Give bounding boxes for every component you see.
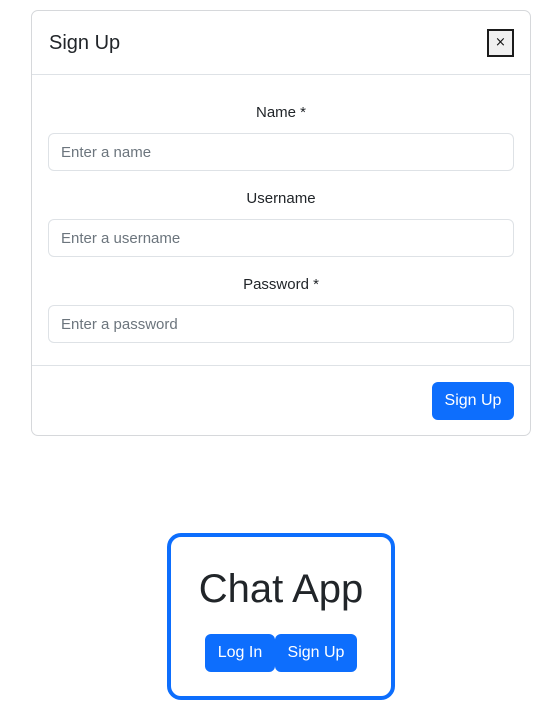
- signup-button[interactable]: Sign Up: [275, 634, 357, 672]
- modal-title: Sign Up: [49, 32, 121, 54]
- login-button[interactable]: Log In: [205, 634, 275, 672]
- modal-body: Name * Username Password *: [32, 75, 530, 365]
- username-label: Username: [246, 190, 316, 207]
- modal-header: Sign Up ×: [32, 11, 530, 75]
- name-label: Name *: [255, 104, 307, 121]
- chat-app-card: Chat App Log In Sign Up: [167, 533, 395, 700]
- signup-modal: Sign Up × Name * Username Password * Sig…: [31, 10, 531, 436]
- username-input[interactable]: [48, 219, 514, 257]
- close-button[interactable]: ×: [487, 29, 514, 57]
- modal-signup-button[interactable]: Sign Up: [432, 382, 514, 420]
- password-input[interactable]: [48, 305, 514, 343]
- app-title: Chat App: [198, 567, 364, 611]
- password-label: Password *: [243, 276, 319, 293]
- modal-footer: Sign Up: [32, 365, 530, 436]
- name-input[interactable]: [48, 133, 514, 171]
